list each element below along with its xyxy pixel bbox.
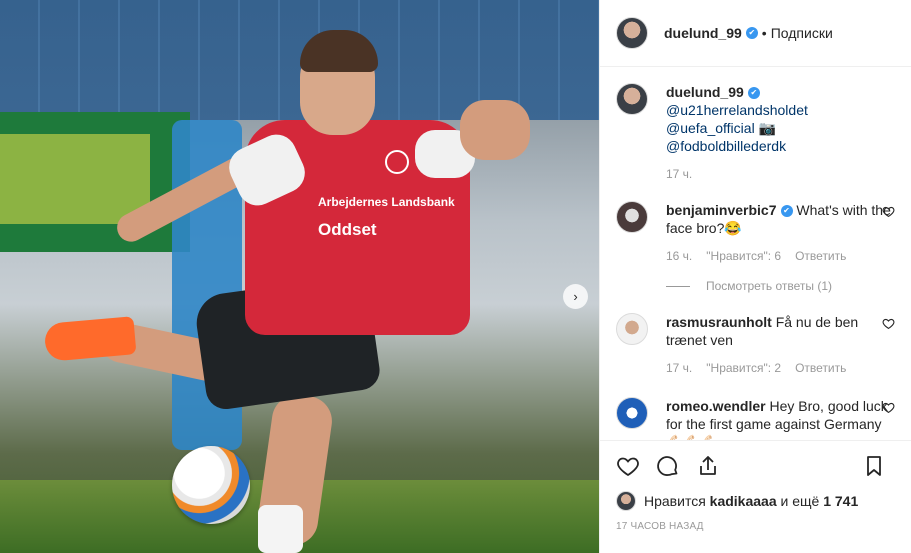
stadium-banner bbox=[0, 112, 190, 252]
comment-time[interactable]: 17 ч. bbox=[666, 359, 692, 377]
separator-dot: • bbox=[761, 25, 767, 41]
likes-suffix: и ещё bbox=[780, 493, 820, 509]
likes-summary: Нравится kadikaaaa и ещё 1 741 bbox=[616, 491, 896, 511]
jersey-sponsor-logo: Oddset bbox=[318, 220, 377, 239]
caption-body: duelund_99 ✔ @u21herrelandsholdet @uefa_o… bbox=[666, 83, 896, 183]
comment-meta: 17 ч. "Нравится": 2 Ответить bbox=[666, 359, 896, 377]
reply-button[interactable]: Ответить bbox=[795, 359, 846, 377]
action-icons bbox=[616, 449, 896, 483]
player-sock bbox=[258, 505, 303, 553]
next-arrow-glyph: › bbox=[573, 289, 578, 304]
comment-like-icon[interactable] bbox=[882, 317, 896, 331]
post-side-panel: duelund_99 ✔ • Подписки duelund_99 ✔ @u21… bbox=[599, 0, 911, 553]
comment-item: rasmusraunholt Få nu de ben trænet ven 1… bbox=[616, 313, 896, 377]
comment-like-icon[interactable] bbox=[882, 401, 896, 415]
player-right-arm bbox=[460, 100, 530, 160]
likes-count[interactable]: 1 741 bbox=[823, 493, 858, 509]
caption-username[interactable]: duelund_99 bbox=[666, 84, 744, 100]
avatar[interactable] bbox=[616, 313, 648, 345]
mention-link[interactable]: @fodboldbillederdk bbox=[666, 138, 786, 154]
bookmark-icon[interactable] bbox=[862, 454, 886, 478]
share-icon[interactable] bbox=[696, 454, 720, 478]
likes-prefix: Нравится bbox=[644, 493, 706, 509]
comment-body: rasmusraunholt Få nu de ben trænet ven 1… bbox=[666, 313, 896, 377]
banner-panel bbox=[0, 134, 150, 224]
comments-list[interactable]: duelund_99 ✔ @u21herrelandsholdet @uefa_o… bbox=[600, 67, 911, 440]
next-arrow-icon[interactable]: › bbox=[563, 284, 588, 309]
avatar[interactable] bbox=[616, 491, 636, 511]
post-username[interactable]: duelund_99 bbox=[664, 25, 742, 41]
following-button[interactable]: Подписки bbox=[771, 25, 833, 41]
comment-likes[interactable]: "Нравится": 6 bbox=[706, 247, 781, 265]
comment-body: benjaminverbic7 ✔ What's with the face br… bbox=[666, 201, 896, 265]
camera-emoji: 📷 bbox=[758, 120, 777, 136]
comment-icon[interactable] bbox=[656, 454, 680, 478]
caption: duelund_99 ✔ @u21herrelandsholdet @uefa_o… bbox=[616, 83, 896, 183]
comment-item: romeo.wendler Hey Bro, good luck for the… bbox=[616, 397, 896, 440]
mention-link[interactable]: @uefa_official bbox=[666, 120, 755, 136]
replies-line bbox=[666, 285, 690, 287]
comment-username[interactable]: benjaminverbic7 bbox=[666, 202, 777, 218]
mention-link[interactable]: @u21herrelandsholdet bbox=[666, 102, 808, 118]
comment-body: romeo.wendler Hey Bro, good luck for the… bbox=[666, 397, 896, 440]
avatar[interactable] bbox=[616, 83, 648, 115]
comment-likes[interactable]: "Нравится": 2 bbox=[706, 359, 781, 377]
jersey-crest bbox=[385, 150, 409, 174]
verified-icon: ✔ bbox=[780, 205, 793, 218]
jersey-sponsor-text: Arbejdernes Landsbank bbox=[318, 195, 455, 209]
caption-meta: 17 ч. bbox=[666, 165, 896, 183]
likes-user[interactable]: kadikaaaa bbox=[710, 493, 777, 509]
avatar[interactable] bbox=[616, 201, 648, 233]
player-boot bbox=[43, 316, 137, 362]
comment-time[interactable]: 16 ч. bbox=[666, 247, 692, 265]
view-replies-label[interactable]: Посмотреть ответы (1) bbox=[706, 279, 832, 293]
heart-icon[interactable] bbox=[616, 454, 640, 478]
comment-username[interactable]: romeo.wendler bbox=[666, 398, 766, 414]
avatar[interactable] bbox=[616, 17, 648, 49]
football bbox=[172, 446, 250, 524]
reply-button[interactable]: Ответить bbox=[795, 247, 846, 265]
view-replies-button[interactable]: Посмотреть ответы (1) bbox=[666, 279, 896, 293]
post-timestamp[interactable]: 17 ЧАСОВ НАЗАД bbox=[616, 521, 896, 532]
post-photo[interactable]: Arbejdernes Landsbank Oddset › bbox=[0, 0, 599, 553]
comment-username[interactable]: rasmusraunholt bbox=[666, 314, 772, 330]
post-actions: Нравится kadikaaaa и ещё 1 741 17 ЧАСОВ … bbox=[600, 440, 911, 553]
avatar[interactable] bbox=[616, 397, 648, 429]
verified-icon: ✔ bbox=[745, 27, 758, 39]
comment-like-icon[interactable] bbox=[882, 205, 896, 219]
comment-item: benjaminverbic7 ✔ What's with the face br… bbox=[616, 201, 896, 265]
comment-meta: 16 ч. "Нравится": 6 Ответить bbox=[666, 247, 896, 265]
post-header: duelund_99 ✔ • Подписки bbox=[600, 0, 911, 67]
verified-icon: ✔ bbox=[747, 87, 760, 100]
caption-time[interactable]: 17 ч. bbox=[666, 165, 692, 183]
